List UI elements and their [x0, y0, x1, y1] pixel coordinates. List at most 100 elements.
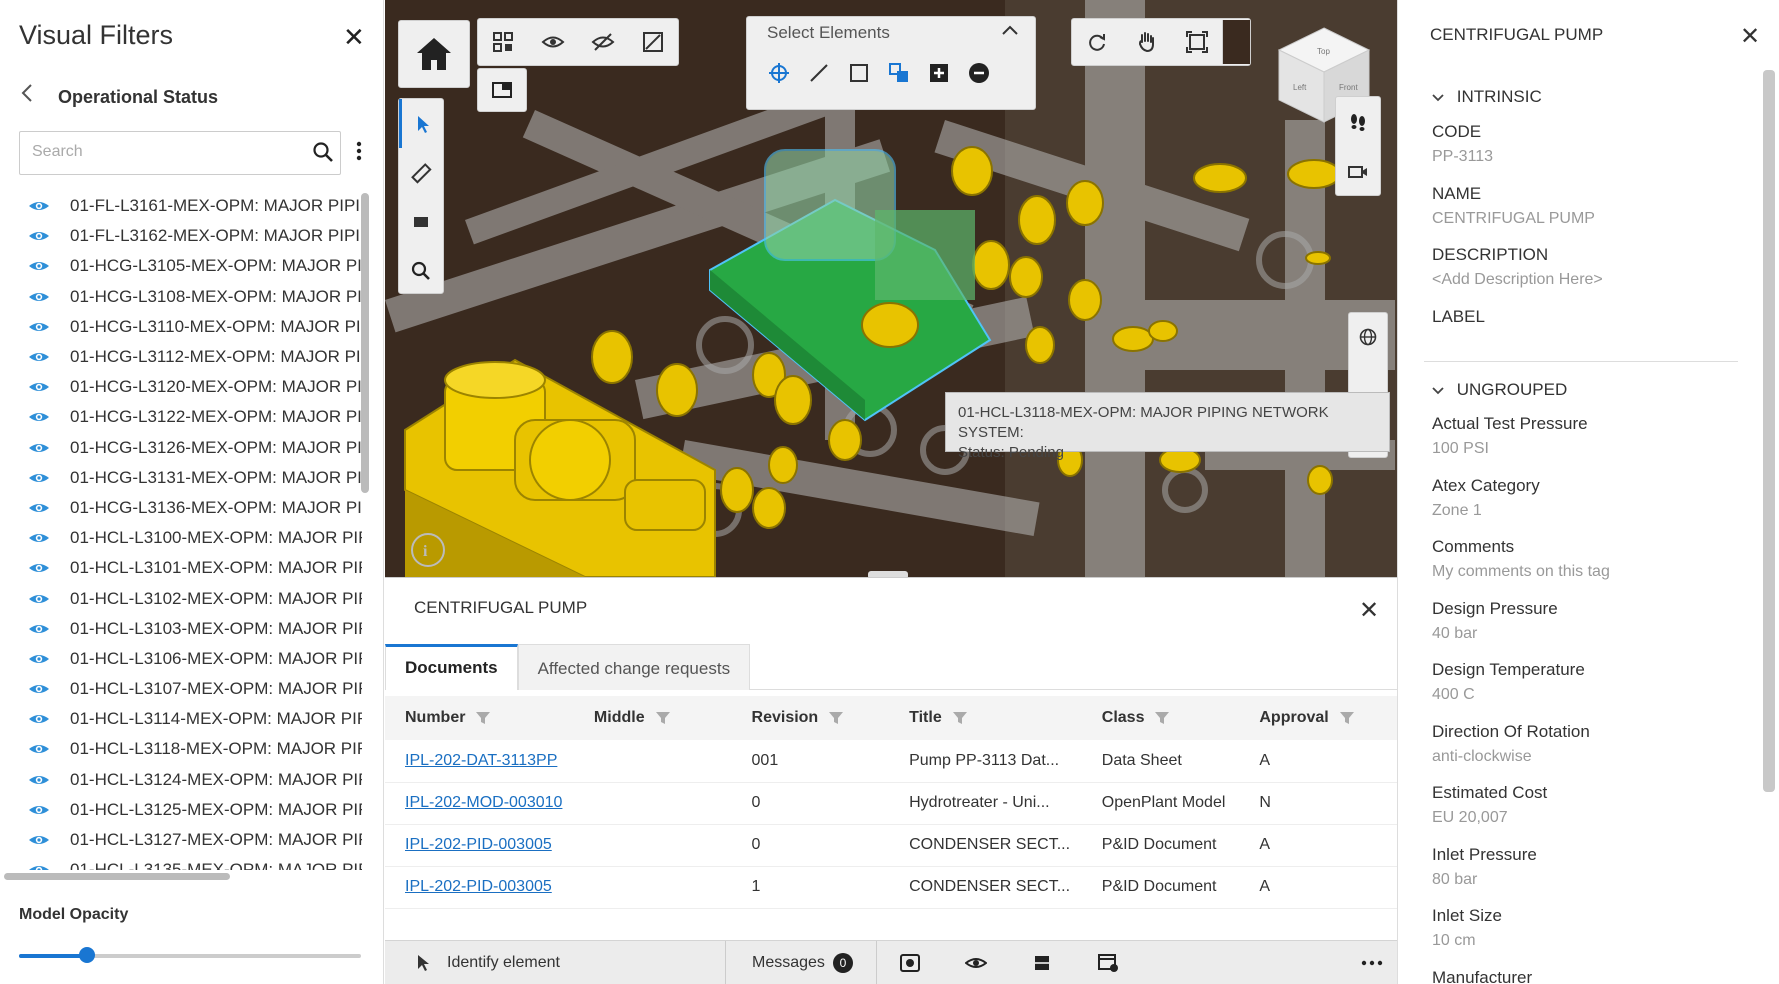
table-row[interactable]: IPL-202-DAT-3113PP 001 Pump PP-3113 Dat...… [385, 740, 1397, 783]
list-item[interactable]: 01-HCL-L3127-MEX-OPM: MAJOR PIF [0, 825, 362, 855]
background-map-button[interactable] [1349, 313, 1387, 361]
eye-icon[interactable] [28, 531, 50, 545]
isolate-button[interactable] [478, 20, 528, 64]
chevron-up-icon[interactable] [1001, 21, 1019, 41]
list-item[interactable]: 01-HCL-L3125-MEX-OPM: MAJOR PIF [0, 795, 362, 825]
zoom-tool[interactable] [399, 246, 443, 295]
hide-button[interactable] [578, 20, 628, 64]
camera-button[interactable] [1336, 147, 1380, 197]
list-item[interactable]: 01-HCL-L3135-MEX-OPM: MAJOR PIF [0, 855, 362, 870]
back-icon[interactable] [20, 83, 34, 109]
eye-icon[interactable] [28, 229, 50, 243]
table-row[interactable]: IPL-202-MOD-003010 0 Hydrotreater - Uni...… [385, 782, 1397, 825]
list-item[interactable]: 01-FL-L3161-MEX-OPM: MAJOR PIPIN [0, 191, 362, 221]
list-item[interactable]: 01-FL-L3162-MEX-OPM: MAJOR PIPIN [0, 221, 362, 251]
eye-icon[interactable] [28, 259, 50, 273]
list-item[interactable]: 01-HCG-L3108-MEX-OPM: MAJOR PI [0, 282, 362, 312]
section-tool[interactable] [399, 197, 443, 246]
tab-documents[interactable]: Documents [385, 644, 518, 690]
3d-viewport[interactable]: i Select Elements Top Left Front 01-HCL-… [385, 0, 1397, 577]
pan-button[interactable] [1122, 20, 1172, 64]
list-item[interactable]: 01-HCL-L3101-MEX-OPM: MAJOR PIF [0, 553, 362, 583]
clear-overrides-button[interactable] [628, 20, 678, 64]
select-tool[interactable] [399, 99, 443, 148]
section-ungrouped[interactable]: UNGROUPED [1432, 380, 1567, 400]
vertical-scrollbar[interactable] [1763, 70, 1775, 792]
property-value[interactable]: My comments on this tag [1432, 563, 1752, 581]
document-link[interactable]: IPL-202-PID-003005 [405, 836, 552, 853]
list-item[interactable]: 01-HCL-L3118-MEX-OPM: MAJOR PIF [0, 734, 362, 764]
filter-icon[interactable] [1154, 711, 1170, 725]
eye-icon[interactable] [28, 622, 50, 636]
list-item[interactable]: 01-HCL-L3106-MEX-OPM: MAJOR PIF [0, 644, 362, 674]
eye-icon[interactable] [28, 592, 50, 606]
list-item[interactable]: 01-HCL-L3114-MEX-OPM: MAJOR PIF [0, 704, 362, 734]
close-icon[interactable]: ✕ [1359, 596, 1379, 625]
list-item[interactable]: 01-HCG-L3122-MEX-OPM: MAJOR PI [0, 402, 362, 432]
list-item[interactable]: 01-HCL-L3100-MEX-OPM: MAJOR PIF [0, 523, 362, 553]
property-value[interactable]: 10 cm [1432, 932, 1752, 950]
column-header[interactable]: Middle [573, 696, 732, 740]
horizontal-scrollbar[interactable] [4, 873, 230, 880]
column-header[interactable]: Class [1081, 696, 1240, 740]
list-item[interactable]: 01-HCL-L3103-MEX-OPM: MAJOR PIF [0, 614, 362, 644]
vertical-scrollbar[interactable] [361, 193, 369, 493]
eye-icon[interactable] [28, 199, 50, 213]
table-row[interactable]: IPL-202-PID-003005 1 CONDENSER SECT... P&ID… [385, 866, 1397, 909]
property-value[interactable]: CENTRIFUGAL PUMP [1432, 210, 1752, 228]
search-input[interactable] [20, 132, 290, 172]
remove-selection-button[interactable] [959, 53, 999, 93]
slider-handle[interactable] [79, 947, 96, 963]
filter-icon[interactable] [655, 711, 671, 725]
list-item[interactable]: 01-HCG-L3120-MEX-OPM: MAJOR PI [0, 372, 362, 402]
property-value[interactable]: <Add Description Here> [1432, 271, 1752, 289]
list-item[interactable]: 01-HCL-L3107-MEX-OPM: MAJOR PIF [0, 674, 362, 704]
eye-icon[interactable] [28, 410, 50, 424]
property-value[interactable]: anti-clockwise [1432, 748, 1752, 766]
eye-icon[interactable] [28, 320, 50, 334]
point-select-button[interactable] [759, 53, 799, 93]
column-header[interactable]: Revision [731, 696, 890, 740]
list-item[interactable]: 01-HCG-L3112-MEX-OPM: MAJOR PI [0, 342, 362, 372]
show-button[interactable] [528, 20, 578, 64]
box-select-button[interactable] [839, 53, 879, 93]
visibility-button[interactable] [943, 941, 1009, 984]
line-select-button[interactable] [799, 53, 839, 93]
filter-icon[interactable] [475, 711, 491, 725]
snapshot-button[interactable] [877, 941, 943, 984]
list-item[interactable]: 01-HCG-L3136-MEX-OPM: MAJOR PI [0, 493, 362, 523]
eye-icon[interactable] [28, 441, 50, 455]
search-icon[interactable] [312, 141, 334, 168]
list-item[interactable]: 01-HCL-L3124-MEX-OPM: MAJOR PIF [0, 765, 362, 795]
eye-icon[interactable] [28, 742, 50, 756]
property-value[interactable]: 100 PSI [1432, 440, 1752, 458]
home-button[interactable] [398, 20, 470, 88]
eye-icon[interactable] [28, 712, 50, 726]
eye-icon[interactable] [28, 380, 50, 394]
walk-mode-button[interactable] [1336, 97, 1380, 147]
add-selection-button[interactable] [919, 53, 959, 93]
more-options-icon[interactable] [1347, 941, 1397, 984]
list-item[interactable]: 01-HCL-L3102-MEX-OPM: MAJOR PIF [0, 583, 362, 613]
close-icon[interactable]: ✕ [343, 22, 365, 53]
list-item[interactable]: 01-HCG-L3105-MEX-OPM: MAJOR PI [0, 251, 362, 281]
more-options-icon[interactable] [356, 141, 362, 166]
section-intrinsic[interactable]: INTRINSIC [1432, 87, 1542, 107]
section-view-button[interactable] [478, 68, 526, 112]
element-select-button[interactable] [879, 53, 919, 93]
window-settings-button[interactable] [1075, 941, 1141, 984]
column-header[interactable]: Title [889, 696, 1082, 740]
identify-element-button[interactable]: Identify element [385, 941, 725, 984]
rotate-button[interactable] [1072, 20, 1122, 64]
messages-button[interactable]: Messages 0 [726, 941, 876, 984]
eye-icon[interactable] [28, 471, 50, 485]
select-elements-header[interactable]: Select Elements [747, 17, 1035, 47]
property-value[interactable]: 400 C [1432, 686, 1752, 704]
property-value[interactable]: 40 bar [1432, 625, 1752, 643]
list-item[interactable]: 01-HCG-L3110-MEX-OPM: MAJOR PI [0, 312, 362, 342]
section-button[interactable] [1009, 941, 1075, 984]
filter-icon[interactable] [952, 711, 968, 725]
eye-icon[interactable] [28, 561, 50, 575]
document-link[interactable]: IPL-202-MOD-003010 [405, 794, 562, 811]
column-header[interactable]: Number [385, 696, 574, 740]
